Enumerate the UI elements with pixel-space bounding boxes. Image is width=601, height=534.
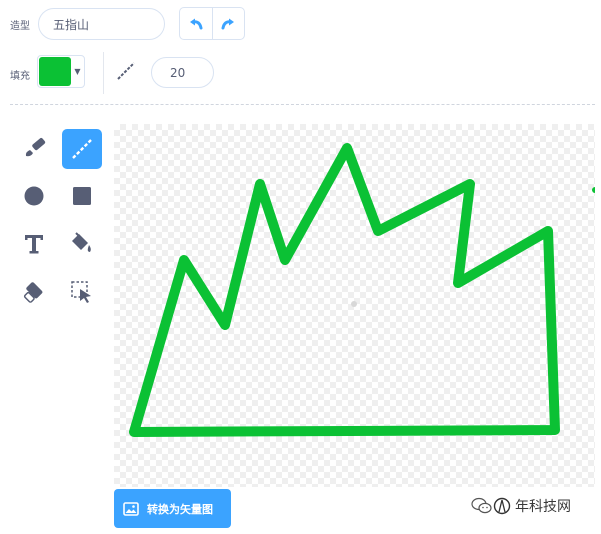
convert-button-label: 转换为矢量图 xyxy=(147,502,213,516)
drawing-canvas[interactable] xyxy=(114,124,595,487)
costume-label: 造型 xyxy=(10,21,30,32)
drawing-layer xyxy=(129,143,595,437)
line-icon xyxy=(72,139,92,159)
select-icon xyxy=(71,281,91,303)
eraser-icon xyxy=(23,282,43,303)
line-width-icon xyxy=(117,62,135,80)
tool-circle[interactable] xyxy=(14,176,54,216)
tool-text[interactable] xyxy=(14,224,54,264)
fill-color-picker[interactable]: ▼ xyxy=(37,55,85,88)
brush-icon xyxy=(25,138,46,157)
canvas-edge-dot xyxy=(592,187,595,193)
drawn-shape xyxy=(129,143,560,437)
circle-icon xyxy=(24,186,44,206)
tool-rectangle[interactable] xyxy=(62,176,102,216)
watermark: 年科技网 xyxy=(465,489,591,523)
brand-logo-icon xyxy=(493,497,511,515)
rectangle-icon xyxy=(73,187,91,205)
convert-to-vector-button[interactable]: 转换为矢量图 xyxy=(114,489,231,528)
tool-line[interactable] xyxy=(62,129,102,169)
outline-width-input[interactable] xyxy=(151,57,214,88)
tool-select[interactable] xyxy=(62,272,102,312)
image-icon xyxy=(123,501,139,516)
toolbar-divider xyxy=(103,52,104,94)
undo-redo-group xyxy=(179,7,245,40)
section-divider xyxy=(10,104,595,105)
tool-brush[interactable] xyxy=(14,129,54,169)
tool-eraser[interactable] xyxy=(14,272,54,312)
chevron-down-icon: ▼ xyxy=(74,67,81,76)
redo-button[interactable] xyxy=(211,8,245,39)
watermark-text: 年科技网 xyxy=(515,499,571,515)
fill-bucket-icon xyxy=(72,232,91,252)
costume-name-input[interactable] xyxy=(38,8,165,40)
redo-icon xyxy=(221,18,235,29)
text-icon xyxy=(25,235,43,254)
undo-button[interactable] xyxy=(180,8,212,39)
tool-fill[interactable] xyxy=(62,224,102,264)
fill-color-swatch xyxy=(39,57,71,86)
fill-label: 填充 xyxy=(10,71,30,82)
wechat-logo-icon xyxy=(471,497,492,514)
canvas-center-marker xyxy=(351,301,357,307)
undo-icon xyxy=(189,18,203,29)
